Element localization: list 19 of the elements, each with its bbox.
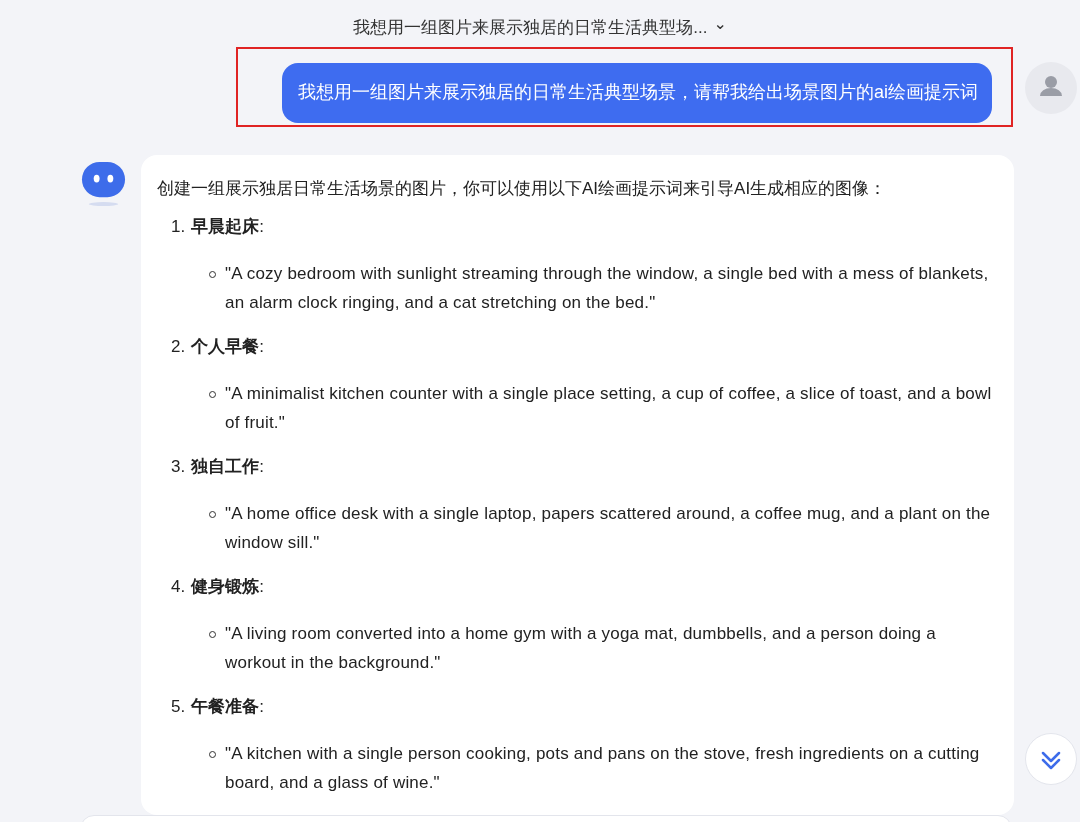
item-heading: 午餐准备: (191, 696, 264, 718)
list-number: 4. (171, 576, 186, 598)
item-heading: 健身锻炼: (191, 576, 264, 598)
item-heading: 独自工作: (191, 456, 264, 478)
prompt-text: "A kitchen with a single person cooking, pots and pans on the stove, fresh ingredients on a cutting board, and a glass of wine." (225, 743, 981, 794)
conversation-title[interactable]: 我想用一组图片来展示独居的日常生活典型场... (353, 15, 708, 39)
chevron-down-icon[interactable]: ⌄ (713, 16, 727, 32)
list-number: 5. (171, 696, 186, 718)
prompt-text: "A living room converted into a home gym with a yoga mat, dumbbells, and a person doing a workout in the background." (225, 623, 937, 674)
item-heading: 个人早餐: (191, 336, 264, 358)
answer-intro: 创建一组展示独居日常生活场景的图片，你可以使用以下AI绘画提示词来引导AI生成相应的图像： (157, 178, 888, 200)
prompt-text: "A home office desk with a single laptop, papers scattered around, a coffee mug, and a plant on the window sill." (225, 503, 992, 554)
prompt-text: "A minimalist kitchen counter with a single place setting, a cup of coffee, a slice of toast, and a bowl of fruit." (225, 383, 992, 434)
prompt-text: "A cozy bedroom with sunlight streaming through the window, a single bed with a mess of blankets, an alarm clock ringing, and a cat stretching on the bed." (225, 263, 990, 314)
list-number: 2. (171, 336, 186, 358)
list-number: 3. (171, 456, 186, 478)
user-message: 我想用一组图片来展示独居的日常生活典型场景，请帮我给出场景图片的ai绘画提示词 (282, 63, 992, 123)
list-number: 1. (171, 216, 186, 238)
item-heading: 早晨起床: (191, 216, 264, 238)
